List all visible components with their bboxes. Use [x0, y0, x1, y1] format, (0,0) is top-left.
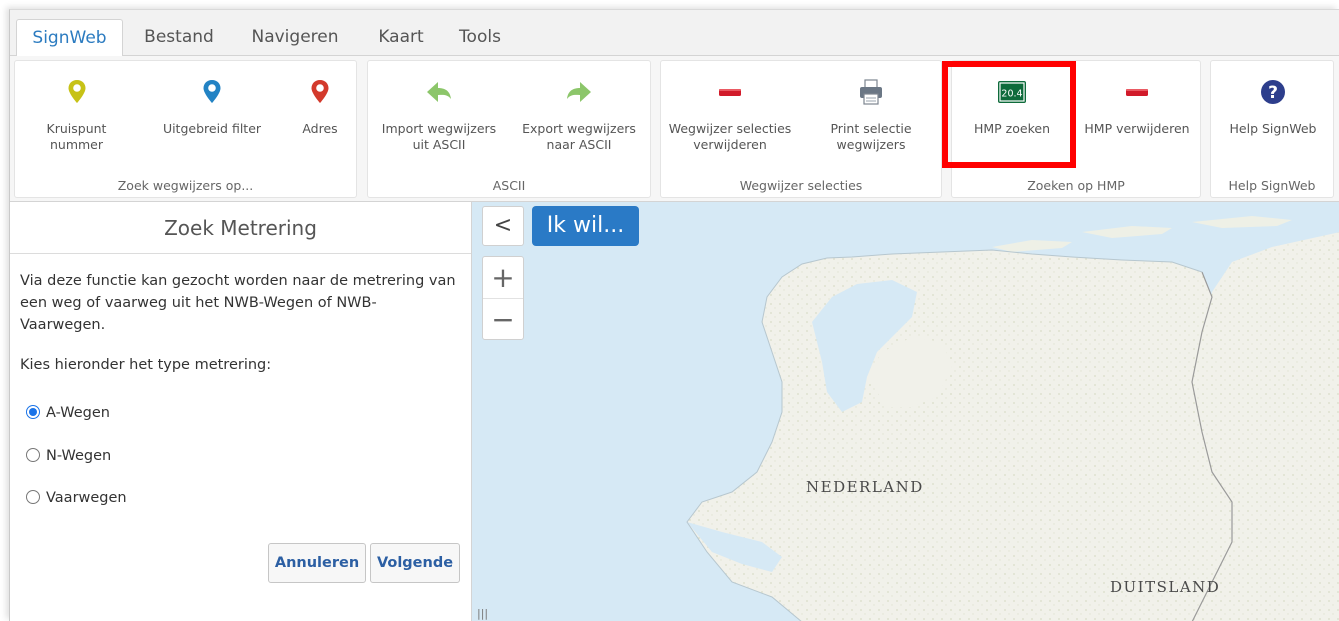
arrow-left-green-icon: [427, 82, 451, 102]
map-view[interactable]: < Ik wil... + − NEDERLAND DUITSLAND |||: [472, 202, 1339, 621]
highlight-box: [942, 61, 1076, 168]
tab-navigeren[interactable]: Navigeren: [240, 19, 350, 56]
kruispunt-nummer-label: Kruispunt nummer: [46, 121, 107, 152]
pin-yellow-icon: [68, 80, 85, 103]
zoom-control: + −: [482, 256, 524, 340]
pin-blue-icon: [203, 80, 221, 103]
export-ascii-label: Export wegwijzers naar ASCII: [522, 121, 636, 152]
group-help: ? Help SignWeb Help SignWeb: [1210, 60, 1334, 198]
print-selectie-button[interactable]: Print selectie wegwijzers: [809, 61, 933, 171]
tab-signweb[interactable]: SignWeb: [16, 19, 123, 57]
pin-red-icon: [311, 80, 329, 103]
collapse-panel-button[interactable]: <: [482, 206, 524, 246]
export-ascii-button[interactable]: Export wegwijzers naar ASCII: [514, 61, 644, 171]
kruispunt-nummer-button[interactable]: Kruispunt nummer: [19, 61, 134, 171]
tab-tools[interactable]: Tools: [450, 19, 510, 56]
radio-n-wegen[interactable]: N-Wegen: [26, 448, 111, 468]
zoom-out-button[interactable]: −: [483, 299, 523, 340]
adres-button[interactable]: Adres: [287, 61, 353, 171]
printer-icon: [860, 79, 882, 105]
hmp-verwijderen-label: HMP verwijderen: [1084, 121, 1190, 136]
radio-vaarwegen[interactable]: Vaarwegen: [26, 490, 127, 510]
radio-vaarwegen-label: Vaarwegen: [46, 490, 127, 506]
group-ascii: Import wegwijzers uit ASCII Export wegwi…: [367, 60, 651, 198]
adres-label: Adres: [302, 121, 338, 136]
hmp-verwijderen-button[interactable]: HMP verwijderen: [1076, 61, 1198, 171]
svg-text:?: ?: [1268, 83, 1278, 103]
panel-splitter-handle[interactable]: |||: [477, 607, 488, 620]
selecties-verwijderen-label: Wegwijzer selecties verwijderen: [668, 121, 792, 152]
radio-a-wegen[interactable]: A-Wegen: [26, 405, 110, 425]
map-base: [682, 202, 1339, 621]
arrow-right-green-icon: [567, 82, 591, 102]
import-ascii-button[interactable]: Import wegwijzers uit ASCII: [374, 61, 504, 171]
panel-prompt: Kies hieronder het type metrering:: [20, 357, 272, 373]
tab-bestand[interactable]: Bestand: [134, 19, 224, 56]
group-wegwijzer-selecties: Wegwijzer selecties verwijderen Print se…: [660, 60, 942, 198]
group-label-hmp: Zoeken op HMP: [1027, 178, 1125, 193]
print-selectie-label: Print selectie wegwijzers: [830, 121, 912, 152]
map-label-nederland: NEDERLAND: [806, 478, 924, 496]
radio-unselected-icon[interactable]: [26, 490, 40, 504]
help-signweb-label: Help SignWeb: [1229, 121, 1317, 136]
uitgebreid-filter-label: Uitgebreid filter: [162, 121, 262, 136]
group-label-ascii: ASCII: [492, 178, 526, 193]
app-window: SignWeb Bestand Navigeren Kaart Tools Kr…: [9, 9, 1339, 621]
import-ascii-label: Import wegwijzers uit ASCII: [381, 121, 497, 152]
radio-n-wegen-label: N-Wegen: [46, 448, 112, 464]
help-signweb-button[interactable]: ? Help SignWeb: [1215, 61, 1331, 171]
remove-red-icon: [1126, 89, 1148, 96]
ribbon: Kruispunt nummer Uitgebreid filter Adres…: [10, 56, 1339, 202]
tab-kaart[interactable]: Kaart: [366, 19, 436, 56]
radio-a-wegen-label: A-Wegen: [46, 405, 110, 421]
help-icon: ?: [1261, 80, 1285, 104]
group-zoek-wegwijzers: Kruispunt nummer Uitgebreid filter Adres…: [14, 60, 357, 198]
remove-red-icon: [719, 89, 741, 96]
uitgebreid-filter-button[interactable]: Uitgebreid filter: [157, 61, 267, 171]
radio-unselected-icon[interactable]: [26, 448, 40, 462]
volgende-button[interactable]: Volgende: [370, 543, 460, 583]
group-label-selecties: Wegwijzer selecties: [739, 178, 863, 193]
panel-title: Zoek Metrering: [10, 202, 471, 254]
panel-description: Via deze functie kan gezocht worden naar…: [20, 273, 456, 333]
radio-selected-icon[interactable]: [26, 405, 40, 419]
selecties-verwijderen-button[interactable]: Wegwijzer selecties verwijderen: [665, 61, 795, 171]
map-label-duitsland: DUITSLAND: [1110, 578, 1221, 596]
group-label-help: Help SignWeb: [1228, 178, 1316, 193]
ik-wil-button[interactable]: Ik wil...: [532, 206, 639, 246]
tab-bar: SignWeb Bestand Navigeren Kaart Tools: [10, 10, 1339, 57]
group-label-zoek: Zoek wegwijzers op...: [117, 178, 254, 193]
zoom-in-button[interactable]: +: [483, 257, 523, 298]
zoek-metrering-panel: Zoek Metrering Via deze functie kan gezo…: [10, 202, 472, 621]
annuleren-button[interactable]: Annuleren: [268, 543, 366, 583]
